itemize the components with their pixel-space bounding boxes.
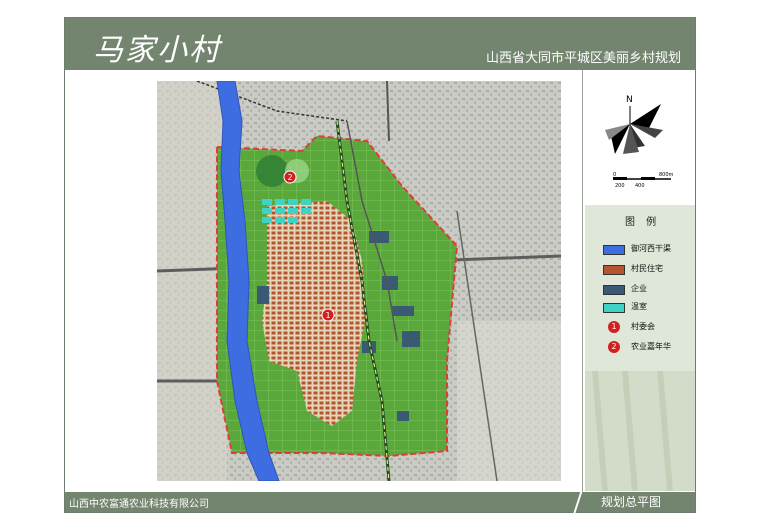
footer-divider: [573, 491, 583, 513]
svg-text:400: 400: [635, 183, 645, 189]
legend-background-texture: [585, 371, 695, 491]
legend-item-greenhouse: 温室: [603, 301, 693, 315]
company-name: 山西中农富通农业科技有限公司: [69, 499, 209, 510]
legend-item-housing: 村民住宅: [603, 263, 693, 277]
svg-text:800m: 800m: [659, 172, 674, 178]
title-bar: 马家小村 山西省大同市平城区美丽乡村规划: [65, 18, 695, 70]
map-marker-agri-carnival[interactable]: 2: [283, 170, 297, 184]
drawing-sheet: 马家小村 山西省大同市平城区美丽乡村规划 2 1 N 0 200 400 800…: [64, 17, 696, 513]
marker-1-icon: 1: [608, 321, 620, 333]
map-canvas: 2 1: [156, 80, 562, 482]
map-legend: 图 例 御河西干渠 村民住宅 企业 温室 1 村委会 2 农业嘉年华: [585, 205, 695, 491]
canal-swatch: [603, 245, 625, 255]
village-logo: 马家小村: [93, 33, 221, 68]
drawing-name: 规划总平图: [601, 495, 662, 509]
north-arrow-icon: 0 200 400 800m: [605, 104, 674, 189]
legend-item-enterprise: 企业: [603, 283, 693, 297]
sidebar-divider: [582, 70, 583, 492]
svg-text:2: 2: [287, 173, 292, 182]
greenhouse-swatch: [603, 303, 625, 313]
housing-swatch: [603, 265, 625, 275]
master-plan-map: 2 1: [156, 80, 562, 482]
plan-title: 山西省大同市平城区美丽乡村规划: [485, 51, 681, 66]
svg-text:1: 1: [325, 311, 330, 320]
enterprise-swatch: [603, 285, 625, 295]
svg-text:200: 200: [615, 183, 625, 189]
legend-item-village-committee: 1 村委会: [603, 321, 693, 335]
map-marker-village-committee[interactable]: 1: [321, 308, 335, 322]
svg-text:0: 0: [613, 172, 616, 178]
north-label: N: [626, 95, 633, 105]
footer-bar: 山西中农富通农业科技有限公司 规划总平图: [65, 491, 695, 513]
marker-2-icon: 2: [608, 341, 620, 353]
compass-and-scale: N 0 200 400 800m: [593, 84, 687, 204]
legend-title: 图 例: [625, 217, 661, 228]
legend-item-canal: 御河西干渠: [603, 243, 693, 257]
legend-item-agri-carnival: 2 农业嘉年华: [603, 341, 693, 355]
